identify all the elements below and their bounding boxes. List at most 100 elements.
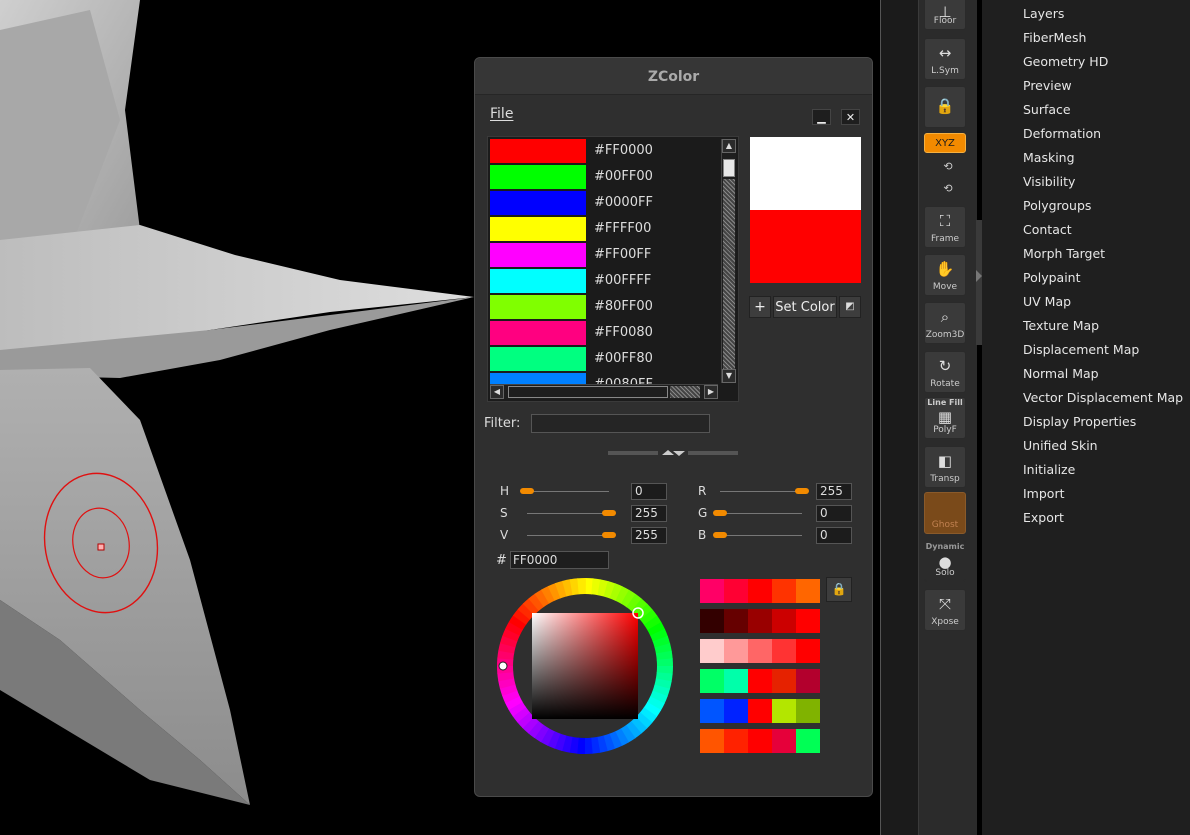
scroll-up-icon[interactable]: ▲: [722, 139, 736, 153]
slider-knob-r[interactable]: [795, 488, 809, 494]
menu-item[interactable]: Normal Map: [1023, 366, 1099, 381]
ghost-button[interactable]: Ghost: [924, 492, 966, 534]
slider-track-b[interactable]: [720, 535, 802, 536]
horizontal-scroll-thumb[interactable]: [508, 386, 668, 398]
menu-item[interactable]: Unified Skin: [1023, 438, 1098, 453]
file-menu[interactable]: File: [490, 106, 513, 122]
swatch-row[interactable]: #80FF00: [490, 295, 720, 321]
menu-item[interactable]: Polygroups: [1023, 198, 1091, 213]
xyz-button[interactable]: XYZ: [924, 133, 966, 153]
palette-swatch[interactable]: [724, 639, 748, 663]
palette-swatch[interactable]: [700, 729, 724, 753]
transp-button[interactable]: ◧ Transp: [924, 446, 966, 488]
palette-swatch[interactable]: [724, 609, 748, 633]
palette-swatch[interactable]: [796, 609, 820, 633]
slider-value-s[interactable]: 255: [631, 505, 667, 522]
slider-value-r[interactable]: 255: [816, 483, 852, 500]
palette-swatch[interactable]: [700, 579, 724, 603]
palette-swatch[interactable]: [772, 579, 796, 603]
slider-knob-h[interactable]: [520, 488, 534, 494]
menu-item[interactable]: Texture Map: [1023, 318, 1099, 333]
palette-swatch[interactable]: [748, 609, 772, 633]
palette-swatch[interactable]: [772, 669, 796, 693]
filter-input[interactable]: [531, 414, 710, 433]
floor-button[interactable]: ⊥ Floor: [924, 0, 966, 30]
menu-item[interactable]: FiberMesh: [1023, 30, 1086, 45]
lock-camera-button[interactable]: 🔒: [924, 86, 966, 128]
palette-swatch[interactable]: [724, 729, 748, 753]
palette-swatch[interactable]: [700, 639, 724, 663]
menu-item[interactable]: Geometry HD: [1023, 54, 1108, 69]
swatch-row[interactable]: #FF0000: [490, 139, 720, 165]
menu-item[interactable]: Contact: [1023, 222, 1072, 237]
rotate-button[interactable]: ↻ Rotate: [924, 351, 966, 393]
palette-swatch[interactable]: [748, 639, 772, 663]
menu-item[interactable]: Visibility: [1023, 174, 1075, 189]
zoom3d-button[interactable]: ⌕ Zoom3D: [924, 302, 966, 344]
slider-track-v[interactable]: [527, 535, 609, 536]
lsym-button[interactable]: ↔ L.Sym: [924, 38, 966, 80]
eyedropper-button[interactable]: ◩: [839, 296, 861, 318]
palette-swatch[interactable]: [796, 729, 820, 753]
xpose-button[interactable]: ⤧ Xpose: [924, 589, 966, 631]
menu-item[interactable]: Export: [1023, 510, 1064, 525]
primary-color-preview[interactable]: [750, 210, 861, 283]
vertical-scroll-track[interactable]: [723, 179, 735, 369]
slider-value-h[interactable]: 0: [631, 483, 667, 500]
menu-item[interactable]: UV Map: [1023, 294, 1071, 309]
palette-swatch[interactable]: [748, 579, 772, 603]
move-button[interactable]: ✋ Move: [924, 254, 966, 296]
swatch-row[interactable]: #FFFF00: [490, 217, 720, 243]
menu-item[interactable]: Initialize: [1023, 462, 1075, 477]
palette-swatch[interactable]: [796, 699, 820, 723]
lock-palette-button[interactable]: 🔒: [826, 577, 852, 602]
palette-swatch[interactable]: [700, 669, 724, 693]
palette-swatch[interactable]: [772, 699, 796, 723]
swatch-row[interactable]: #0000FF: [490, 191, 720, 217]
swatch-row[interactable]: #00FF00: [490, 165, 720, 191]
palette-swatch[interactable]: [724, 669, 748, 693]
slider-value-g[interactable]: 0: [816, 505, 852, 522]
slider-knob-b[interactable]: [713, 532, 727, 538]
palette-swatch[interactable]: [772, 609, 796, 633]
horizontal-scroll-track[interactable]: [670, 386, 700, 398]
palette-swatch[interactable]: [700, 609, 724, 633]
color-wheel[interactable]: [495, 576, 675, 756]
palette-swatch[interactable]: [796, 669, 820, 693]
slider-track-h[interactable]: [527, 491, 609, 492]
swatch-row[interactable]: #FF0080: [490, 321, 720, 347]
slider-knob-v[interactable]: [602, 532, 616, 538]
close-button[interactable]: ✕: [841, 109, 860, 125]
palette-swatch[interactable]: [748, 699, 772, 723]
slider-value-b[interactable]: 0: [816, 527, 852, 544]
scroll-left-icon[interactable]: ◀: [490, 385, 504, 399]
palette-swatch[interactable]: [772, 639, 796, 663]
vertical-scroll-thumb[interactable]: [723, 159, 735, 177]
set-color-button[interactable]: Set Color: [773, 296, 837, 318]
palette-swatch[interactable]: [772, 729, 796, 753]
menu-item[interactable]: Morph Target: [1023, 246, 1105, 261]
palette-swatch[interactable]: [700, 699, 724, 723]
slider-knob-g[interactable]: [713, 510, 727, 516]
swatch-row[interactable]: #00FF80: [490, 347, 720, 373]
palette-swatch[interactable]: [748, 729, 772, 753]
vertical-scrollbar[interactable]: ▲ ▼: [721, 139, 736, 383]
palette-swatch[interactable]: [724, 579, 748, 603]
solo-button[interactable]: Dynamic ● Solo: [924, 540, 966, 582]
menu-item[interactable]: Display Properties: [1023, 414, 1136, 429]
slider-track-g[interactable]: [720, 513, 802, 514]
minimize-button[interactable]: ▁: [812, 109, 831, 125]
secondary-color-preview[interactable]: [750, 137, 861, 210]
menu-item[interactable]: Import: [1023, 486, 1065, 501]
slider-track-r[interactable]: [720, 491, 802, 492]
polyf-button[interactable]: Line Fill ▦ PolyF: [924, 397, 966, 439]
add-swatch-button[interactable]: +: [749, 296, 771, 318]
slider-knob-s[interactable]: [602, 510, 616, 516]
frame-button[interactable]: ⛶ Frame: [924, 206, 966, 248]
splitter-grip[interactable]: [608, 449, 738, 457]
swatch-row[interactable]: #00FFFF: [490, 269, 720, 295]
menu-item[interactable]: Polypaint: [1023, 270, 1081, 285]
palette-swatch[interactable]: [796, 579, 820, 603]
slider-track-s[interactable]: [527, 513, 609, 514]
menu-item[interactable]: Vector Displacement Map: [1023, 390, 1183, 405]
